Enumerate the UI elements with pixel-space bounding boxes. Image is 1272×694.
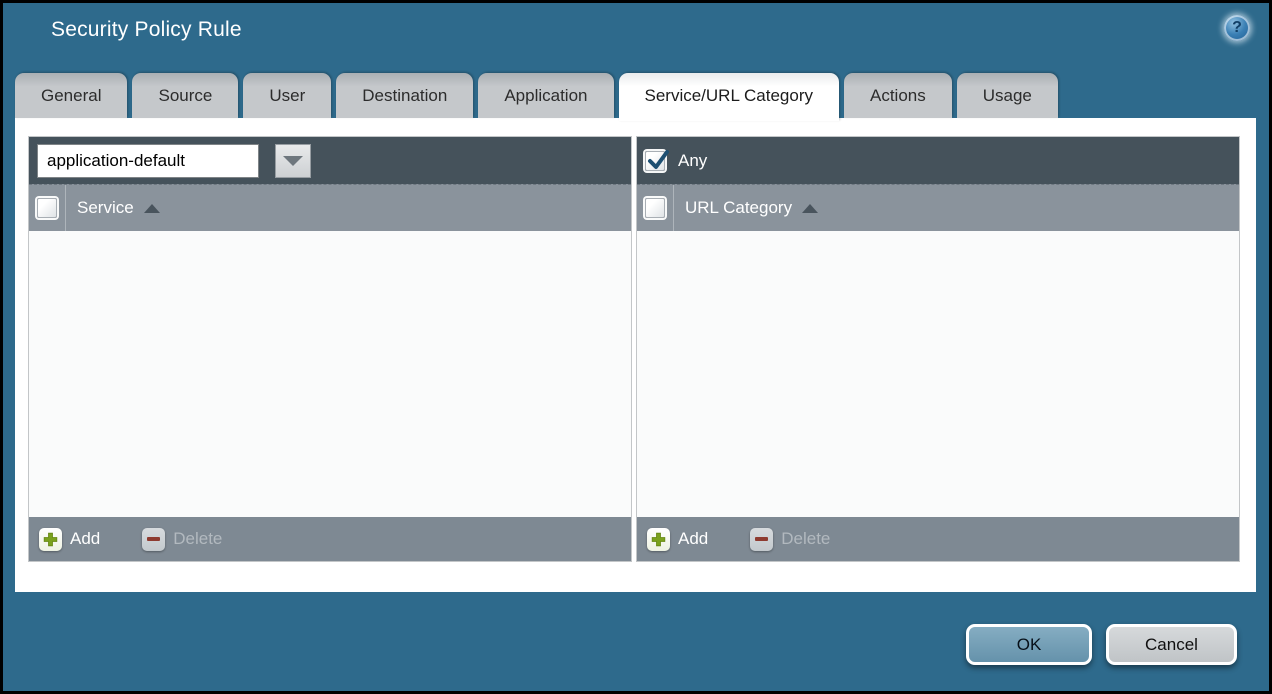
tab-actions[interactable]: Actions — [844, 73, 952, 118]
service-select-all-checkbox[interactable] — [37, 198, 57, 218]
tab-destination[interactable]: Destination — [336, 73, 473, 118]
url-category-column-header[interactable]: URL Category — [674, 185, 818, 231]
dialog-title: Security Policy Rule — [51, 18, 242, 42]
sort-ascending-icon — [144, 204, 160, 213]
url-category-delete-button[interactable]: Delete — [750, 528, 830, 551]
any-label: Any — [678, 151, 707, 171]
service-column-header-row: Service — [29, 184, 631, 231]
dialog-button-row: OK Cancel — [966, 624, 1237, 665]
service-column-label: Service — [77, 198, 134, 218]
tab-content-area: application-default Service — [15, 118, 1256, 592]
checkmark-icon — [645, 148, 671, 174]
service-list — [29, 231, 631, 517]
service-column-header[interactable]: Service — [66, 185, 160, 231]
security-policy-rule-dialog: Security Policy Rule ? General Source Us… — [0, 0, 1272, 694]
tab-usage[interactable]: Usage — [957, 73, 1058, 118]
ok-button[interactable]: OK — [966, 624, 1092, 665]
plus-icon — [39, 528, 62, 551]
tab-source[interactable]: Source — [132, 73, 238, 118]
service-panel: application-default Service — [28, 136, 632, 562]
tab-bar: General Source User Destination Applicat… — [15, 69, 1257, 118]
minus-icon — [750, 528, 773, 551]
panels-row: application-default Service — [28, 136, 1240, 562]
url-category-add-button[interactable]: Add — [647, 528, 708, 551]
service-type-dropdown-value[interactable]: application-default — [37, 144, 259, 178]
cancel-button[interactable]: Cancel — [1106, 624, 1237, 665]
url-category-panel-header: Any — [637, 137, 1239, 184]
url-category-select-all-checkbox[interactable] — [645, 198, 665, 218]
service-add-button[interactable]: Add — [39, 528, 100, 551]
service-panel-footer: Add Delete — [29, 517, 631, 561]
minus-icon — [142, 528, 165, 551]
url-category-select-all-cell — [637, 185, 674, 231]
service-select-all-cell — [29, 185, 66, 231]
url-category-delete-label: Delete — [781, 529, 830, 549]
service-delete-label: Delete — [173, 529, 222, 549]
help-icon[interactable]: ? — [1224, 15, 1250, 41]
tab-user[interactable]: User — [243, 73, 331, 118]
url-category-add-label: Add — [678, 529, 708, 549]
sort-ascending-icon — [802, 204, 818, 213]
url-category-panel-footer: Add Delete — [637, 517, 1239, 561]
plus-icon — [647, 528, 670, 551]
url-category-column-header-row: URL Category — [637, 184, 1239, 231]
tab-application[interactable]: Application — [478, 73, 613, 118]
help-icon-glyph: ? — [1232, 19, 1242, 37]
url-category-list — [637, 231, 1239, 517]
url-category-column-label: URL Category — [685, 198, 792, 218]
any-checkbox[interactable] — [645, 151, 665, 171]
tab-service-url-category[interactable]: Service/URL Category — [619, 73, 840, 121]
service-panel-header: application-default — [29, 137, 631, 184]
service-delete-button[interactable]: Delete — [142, 528, 222, 551]
service-add-label: Add — [70, 529, 100, 549]
url-category-panel: Any URL Category — [636, 136, 1240, 562]
service-type-dropdown-button[interactable] — [275, 144, 311, 178]
tab-general[interactable]: General — [15, 73, 127, 118]
chevron-down-icon — [283, 156, 303, 166]
